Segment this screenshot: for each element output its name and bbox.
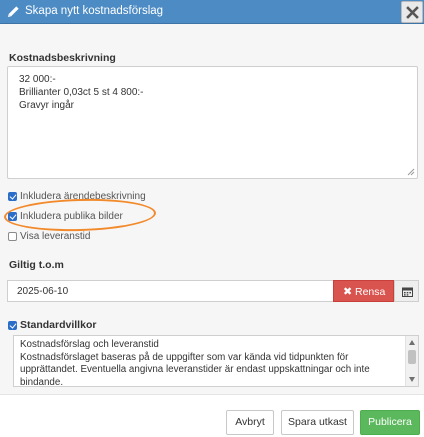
standard-terms-line: Kostnadsförslag och leveranstid <box>20 339 159 350</box>
description-line: Brillianter 0,03ct 5 st 4 800:- <box>19 87 144 98</box>
scrollbar-thumb[interactable] <box>408 350 416 364</box>
standard-terms-text: Kostnadsförslag och leveranstid Kostnads… <box>20 339 400 387</box>
show-delivery-time-checkbox[interactable] <box>8 231 17 241</box>
resize-grip-icon[interactable] <box>407 168 415 176</box>
include-case-description-checkbox[interactable] <box>8 191 17 201</box>
standard-terms-line: upprättandet. Eventuella angivna leveran… <box>20 364 370 375</box>
description-label: Kostnadsbeskrivning <box>9 52 116 64</box>
standard-terms-line: bindande. <box>20 376 64 387</box>
show-delivery-time-option[interactable]: Visa leveranstid <box>8 229 90 243</box>
valid-until-input[interactable]: 2025-06-10 <box>7 280 333 302</box>
description-textarea[interactable]: 32 000:- Brillianter 0,03ct 5 st 4 800:-… <box>7 66 418 179</box>
calendar-button[interactable] <box>394 280 419 302</box>
description-line: Gravyr ingår <box>19 100 75 111</box>
vertical-scrollbar[interactable] <box>405 336 418 386</box>
dialog-footer: Avbryt Spara utkast Publicera <box>0 394 424 437</box>
standard-terms-checkbox[interactable] <box>8 320 17 330</box>
dialog-title: Skapa nytt kostnadsförslag <box>25 5 164 17</box>
standard-terms-option[interactable]: Standardvillkor <box>8 318 96 332</box>
standard-terms-label: Standardvillkor <box>20 319 97 331</box>
scroll-up-icon[interactable] <box>409 340 415 345</box>
standard-terms-line: Kostnadsförslaget baseras på de uppgifte… <box>20 351 349 363</box>
close-button[interactable] <box>401 1 423 23</box>
close-icon: ✖ <box>343 286 353 298</box>
valid-until-label: Giltig t.o.m <box>9 259 64 271</box>
clear-date-button[interactable]: ✖ Rensa <box>333 280 394 302</box>
clear-date-label: Rensa <box>355 286 386 298</box>
calendar-icon <box>402 287 413 297</box>
valid-until-value: 2025-06-10 <box>17 286 69 297</box>
description-line: 32 000:- <box>19 74 56 85</box>
publish-button[interactable]: Publicera <box>360 410 420 435</box>
pencil-icon <box>7 6 19 18</box>
show-delivery-time-label: Visa leveranstid <box>20 230 91 242</box>
dialog-titlebar: Skapa nytt kostnadsförslag <box>0 0 424 24</box>
save-draft-button[interactable]: Spara utkast <box>281 410 354 435</box>
standard-terms-textarea[interactable]: Kostnadsförslag och leveranstid Kostnads… <box>13 335 419 387</box>
cancel-button[interactable]: Avbryt <box>226 410 274 435</box>
close-icon <box>406 6 419 19</box>
scroll-down-icon[interactable] <box>409 377 415 382</box>
